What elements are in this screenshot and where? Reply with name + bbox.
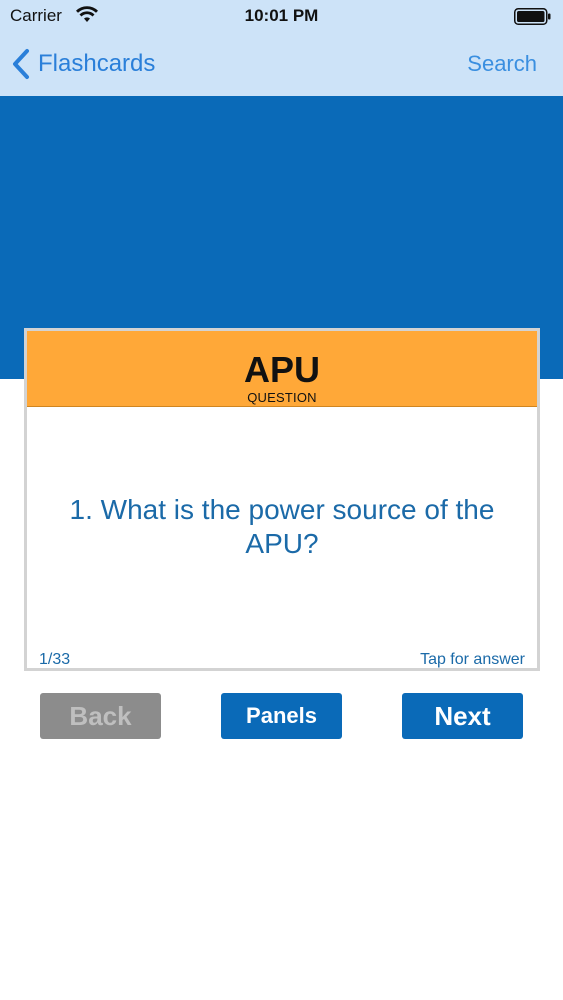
chevron-left-icon (13, 49, 29, 79)
flashcard-screen: Carrier 10:01 PM Flashcards Search APU Q… (0, 0, 563, 1000)
tap-for-answer-hint[interactable]: Tap for answer (420, 651, 525, 669)
back-button[interactable]: Back (40, 693, 161, 739)
search-button[interactable]: Search (467, 51, 537, 77)
back-to-flashcards-link[interactable]: Flashcards (10, 48, 155, 80)
card-title: APU (243, 349, 320, 390)
card-header: APU QUESTION (27, 331, 537, 407)
back-link-label: Flashcards (38, 50, 156, 77)
flashcard[interactable]: APU QUESTION 1. What is the power source… (24, 328, 540, 671)
card-counter: 1/33 (39, 651, 71, 668)
clock: 10:01 PM (244, 6, 319, 25)
card-side-label: QUESTION (247, 390, 317, 405)
battery-icon (514, 8, 551, 25)
top-bar: Carrier 10:01 PM Flashcards Search (0, 0, 563, 96)
panels-button[interactable]: Panels (221, 693, 342, 739)
status-bar: Carrier 10:01 PM (0, 0, 563, 34)
navigation-bar: Flashcards Search (0, 36, 563, 92)
next-button[interactable]: Next (402, 693, 523, 739)
card-question-text: 1. What is the power source of the APU? (69, 494, 495, 559)
